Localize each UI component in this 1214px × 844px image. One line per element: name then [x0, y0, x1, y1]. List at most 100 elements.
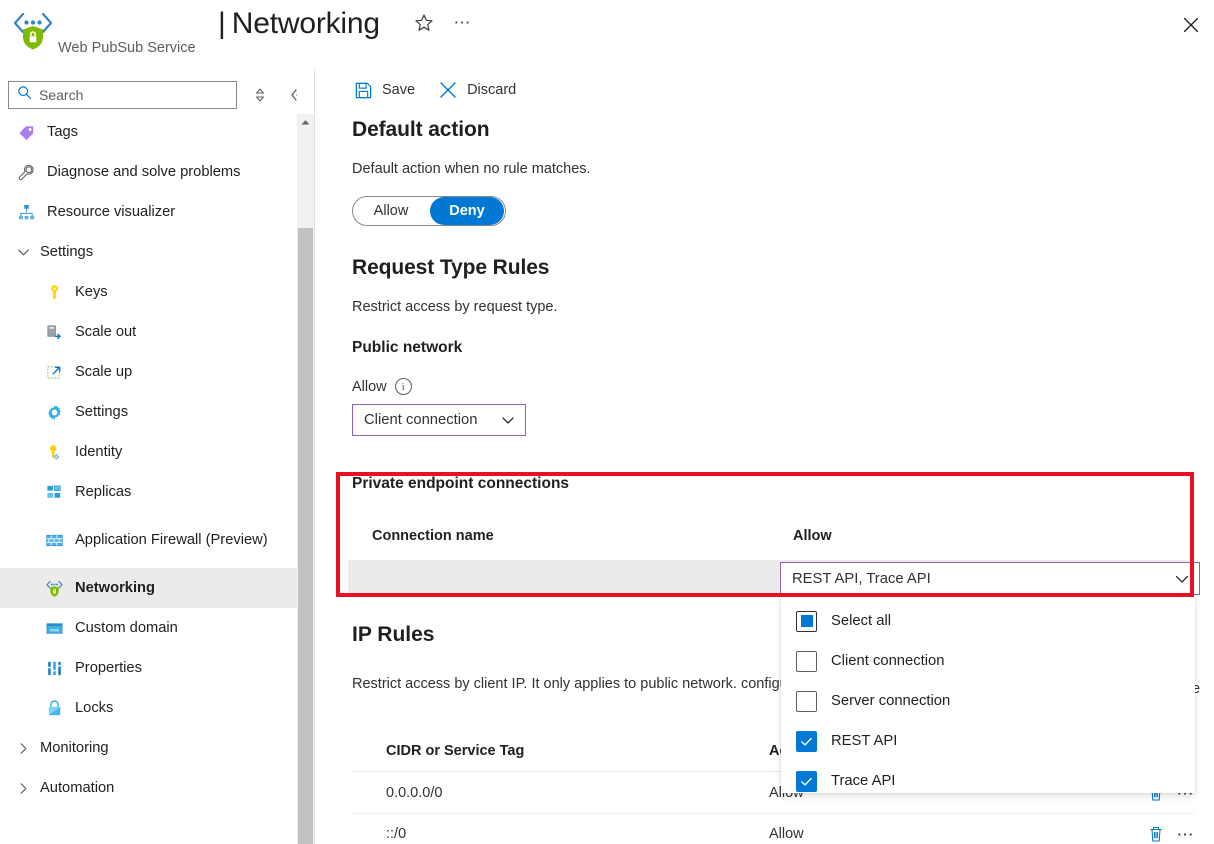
- sidebar-item-networking[interactable]: Networking: [0, 568, 297, 608]
- nav-label: Resource visualizer: [47, 204, 176, 220]
- nav-label: Identity: [75, 444, 123, 460]
- sidebar-item-custom-domain[interactable]: www Custom domain: [0, 608, 297, 648]
- discard-button[interactable]: Discard: [437, 79, 516, 101]
- table-divider: [352, 813, 1194, 814]
- tag-icon: [14, 121, 38, 143]
- checkbox-checked[interactable]: [796, 730, 817, 752]
- nav-label: Monitoring: [40, 740, 109, 756]
- sidebar-item-settings[interactable]: Settings: [0, 392, 297, 432]
- checkbox-checked[interactable]: [796, 770, 817, 792]
- search-input[interactable]: [39, 87, 219, 103]
- close-icon[interactable]: [1176, 10, 1206, 40]
- nav-label: Automation: [40, 780, 115, 796]
- dropdown-option-client-connection[interactable]: Client connection: [781, 641, 1195, 681]
- checkmark-icon: [801, 737, 812, 746]
- dropdown-option-select-all[interactable]: Select all: [781, 601, 1195, 641]
- scrollbar-thumb[interactable]: [298, 228, 313, 844]
- nav-label: Locks: [75, 700, 114, 716]
- scale-out-icon: [42, 321, 66, 343]
- chevron-right-icon: [10, 782, 36, 795]
- star-icon[interactable]: [411, 10, 437, 36]
- blade-title: | Networking: [218, 2, 380, 46]
- dropdown-option-label: REST API: [831, 733, 898, 749]
- sidebar-item-resource-visualizer[interactable]: Resource visualizer: [0, 192, 297, 232]
- identity-key-icon: [42, 441, 66, 463]
- save-label: Save: [382, 82, 416, 98]
- discard-label: Discard: [467, 82, 517, 98]
- public-network-allow-label-row: Allow i: [352, 378, 1212, 395]
- properties-icon: [42, 657, 66, 679]
- nav-label: Keys: [75, 284, 108, 300]
- nav-label: Settings: [40, 244, 94, 260]
- nav-label: Diagnose and solve problems: [47, 164, 241, 180]
- nav-label: Settings: [75, 404, 129, 420]
- main-content: Default action Default action when no ru…: [352, 118, 1212, 436]
- sidebar-item-identity[interactable]: Identity: [0, 432, 297, 472]
- request-type-rules-description: Restrict access by request type.: [352, 299, 558, 315]
- cancel-x-icon: [437, 79, 459, 101]
- sort-icon[interactable]: [249, 84, 271, 106]
- sidebar-item-scale-out[interactable]: Scale out: [0, 312, 297, 352]
- wrench-icon: [14, 161, 38, 183]
- chevron-down-icon: [10, 246, 36, 259]
- table-row: ::/0: [386, 826, 407, 842]
- dropdown-option-rest-api[interactable]: REST API: [781, 721, 1195, 761]
- chevron-right-icon: [10, 742, 36, 755]
- sidebar-item-application-firewall[interactable]: Application Firewall (Preview): [0, 512, 297, 568]
- default-action-option-allow[interactable]: Allow: [354, 197, 428, 225]
- ellipsis-icon[interactable]: ⋯: [1172, 824, 1200, 844]
- sidebar-group-settings[interactable]: Settings: [0, 232, 297, 272]
- replicas-icon: [42, 481, 66, 503]
- command-bar: Save Discard: [352, 74, 538, 106]
- sidebar-item-diagnose-and-solve-problems[interactable]: Diagnose and solve problems: [0, 152, 297, 192]
- private-endpoint-allow-value: REST API, Trace API: [792, 570, 931, 587]
- double-chevron-left-icon[interactable]: [285, 84, 297, 106]
- nav-label: Properties: [75, 660, 142, 676]
- nav-divider: [314, 70, 315, 844]
- sidebar-group-automation[interactable]: Automation: [0, 768, 297, 808]
- request-type-rules-heading: Request Type Rules: [352, 256, 550, 279]
- chevron-down-icon: [1174, 571, 1190, 587]
- checkbox-unchecked[interactable]: [796, 650, 817, 672]
- sidebar-item-keys[interactable]: Keys: [0, 272, 297, 312]
- search-box[interactable]: [8, 81, 237, 109]
- save-disk-icon: [352, 79, 374, 101]
- dropdown-option-label: Select all: [831, 613, 892, 629]
- default-action-option-deny[interactable]: Deny: [430, 197, 504, 225]
- sidebar-item-locks[interactable]: Locks: [0, 688, 297, 728]
- allow-options-dropdown: Select all Client connection Server conn…: [781, 597, 1195, 793]
- sidebar-item-properties[interactable]: Properties: [0, 648, 297, 688]
- title-separator: |: [218, 7, 226, 40]
- sidebar-item-replicas[interactable]: Replicas: [0, 472, 297, 512]
- public-network-allow-combobox[interactable]: Client connection: [352, 404, 526, 436]
- nav-label: Replicas: [75, 484, 132, 500]
- private-endpoint-column-allow: Allow: [793, 528, 832, 544]
- checkbox-unchecked[interactable]: [796, 690, 817, 712]
- sidebar-item-scale-up[interactable]: Scale up: [0, 352, 297, 392]
- private-endpoint-allow-combobox[interactable]: REST API, Trace API: [780, 562, 1200, 595]
- sidebar-group-monitoring[interactable]: Monitoring: [0, 728, 297, 768]
- nav-label: Custom domain: [75, 620, 178, 636]
- save-button[interactable]: Save: [352, 79, 415, 101]
- dropdown-option-server-connection[interactable]: Server connection: [781, 681, 1195, 721]
- page-title: Networking: [231, 7, 380, 40]
- resource-subtitle: Web PubSub Service: [58, 40, 196, 56]
- gear-icon: [42, 401, 66, 423]
- ellipsis-icon[interactable]: ⋯: [449, 10, 477, 36]
- sidebar-item-tags[interactable]: Tags: [0, 112, 297, 152]
- scroll-up-arrow-icon[interactable]: [297, 114, 314, 131]
- custom-domain-icon: www: [42, 617, 66, 639]
- nav-item-list: Tags Diagnose and solve problems Resourc…: [0, 112, 297, 844]
- trash-icon[interactable]: [1146, 824, 1168, 844]
- default-action-heading: Default action: [352, 118, 490, 141]
- checkbox-indeterminate[interactable]: [796, 610, 817, 632]
- default-action-toggle[interactable]: Allow Deny: [352, 196, 506, 226]
- info-circle-icon[interactable]: i: [394, 378, 412, 395]
- nav-label: Scale up: [75, 364, 133, 380]
- dropdown-option-trace-api[interactable]: Trace API: [781, 761, 1195, 801]
- checkmark-icon: [801, 777, 812, 786]
- sidebar-scrollbar[interactable]: [297, 114, 314, 844]
- ip-rules-heading: IP Rules: [352, 623, 435, 646]
- left-navigation-pane: Tags Diagnose and solve problems: [0, 70, 297, 844]
- public-network-allow-value: Client connection: [364, 412, 478, 428]
